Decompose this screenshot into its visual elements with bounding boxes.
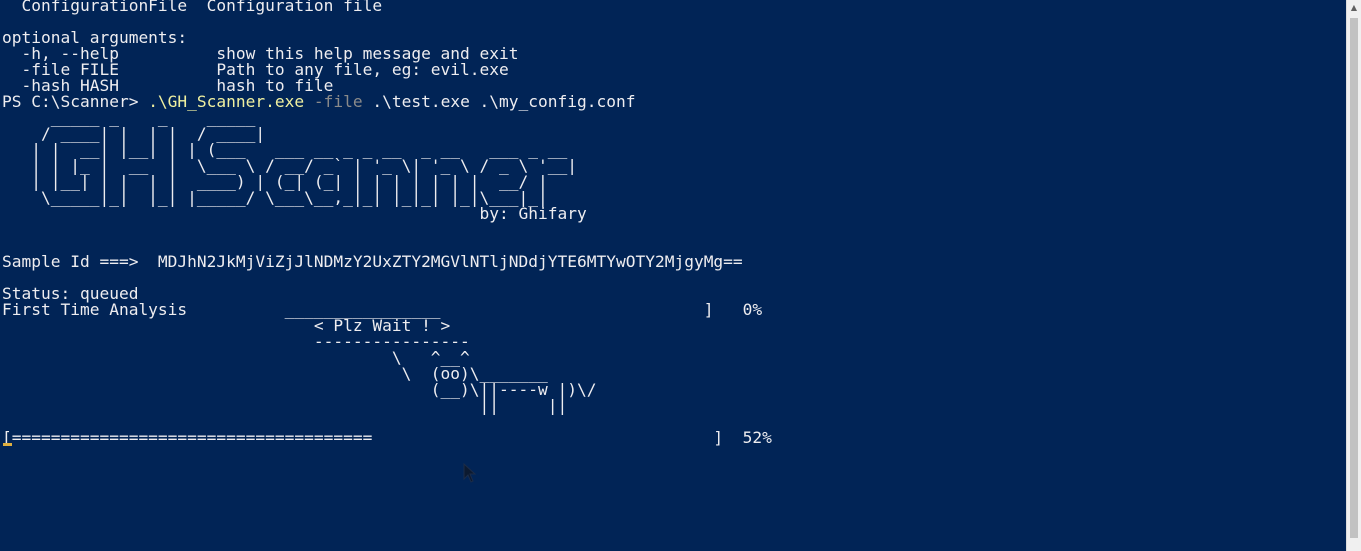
command-flag: -file [304, 92, 373, 111]
text-cursor [3, 443, 12, 446]
mouse-pointer-icon [463, 463, 477, 483]
cowsay-line: || || [2, 396, 568, 415]
sample-id-line: Sample Id ===> MDJhN2JkMjViZjJlNDMzY2UxZ… [2, 252, 743, 271]
banner-author: by: Ghifary [2, 204, 587, 223]
scan-progress-bar: [===================================== ]… [2, 428, 772, 447]
scrollbar-thumb[interactable] [1350, 18, 1358, 538]
powershell-console[interactable]: ConfigurationFile Configuration file opt… [0, 0, 1347, 551]
scroll-up-arrow-icon[interactable]: ▲ [1347, 0, 1361, 16]
positional-arg-line: ConfigurationFile Configuration file [2, 0, 383, 15]
vertical-scrollbar[interactable]: ▲ [1346, 0, 1361, 551]
command-arguments: .\test.exe .\my_config.conf [372, 92, 636, 111]
